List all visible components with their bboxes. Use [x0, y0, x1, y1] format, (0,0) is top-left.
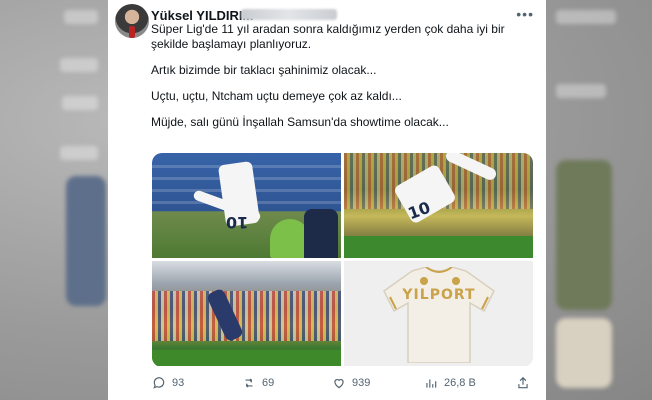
more-horizontal-icon[interactable]: •••: [516, 6, 534, 22]
view-count: 26,8 B: [444, 377, 476, 389]
views-button[interactable]: 26,8 B: [424, 376, 476, 390]
tweet-line: Müjde, salı günü İnşallah Samsun'da show…: [151, 115, 449, 129]
photo-player-flip-stadium[interactable]: 10: [152, 153, 341, 258]
tweet-line: Uçtu, uçtu, Ntcham uçtu demeye çok az ka…: [151, 89, 402, 103]
tweet-actions: 93 69 939 26,8 B: [152, 376, 532, 394]
author-name[interactable]: Yüksel YILDIRIM: [151, 8, 253, 23]
heart-icon: [334, 379, 344, 389]
sponsor-text: YILPORT: [402, 287, 476, 303]
reply-button[interactable]: 93: [152, 376, 184, 390]
media-grid: 10 10 YILPORT: [152, 153, 533, 367]
tweet-line: Artık bizimde bir taklacı şahinimiz olac…: [151, 63, 377, 77]
like-button[interactable]: 939: [332, 376, 370, 390]
tweet-card[interactable]: Yüksel YILDIRIM ••• Süper Lig'de 11 yıl …: [108, 0, 546, 400]
tweet-text: Süper Lig'de 11 yıl aradan sonra kaldığı…: [151, 22, 535, 141]
photo-crowd-celebration[interactable]: [152, 261, 341, 366]
share-icon: [518, 376, 528, 389]
reply-count: 93: [172, 377, 185, 389]
author-avatar[interactable]: [115, 4, 149, 38]
jersey-shirt: YILPORT: [382, 266, 496, 364]
jersey-number: 10: [226, 213, 249, 232]
photo-player-flip-match[interactable]: 10: [344, 153, 533, 258]
reply-icon: [153, 377, 165, 389]
photo-white-jersey[interactable]: YILPORT: [344, 261, 533, 366]
share-button[interactable]: [516, 376, 530, 390]
retweet-count: 69: [262, 377, 275, 389]
retweet-button[interactable]: 69: [242, 376, 274, 390]
like-count: 939: [352, 377, 371, 389]
retweet-icon: [245, 378, 253, 388]
tweet-line: Süper Lig'de 11 yıl aradan sonra kaldığı…: [151, 22, 505, 51]
analytics-icon: [426, 379, 437, 388]
author-handle-redacted: [241, 9, 337, 20]
